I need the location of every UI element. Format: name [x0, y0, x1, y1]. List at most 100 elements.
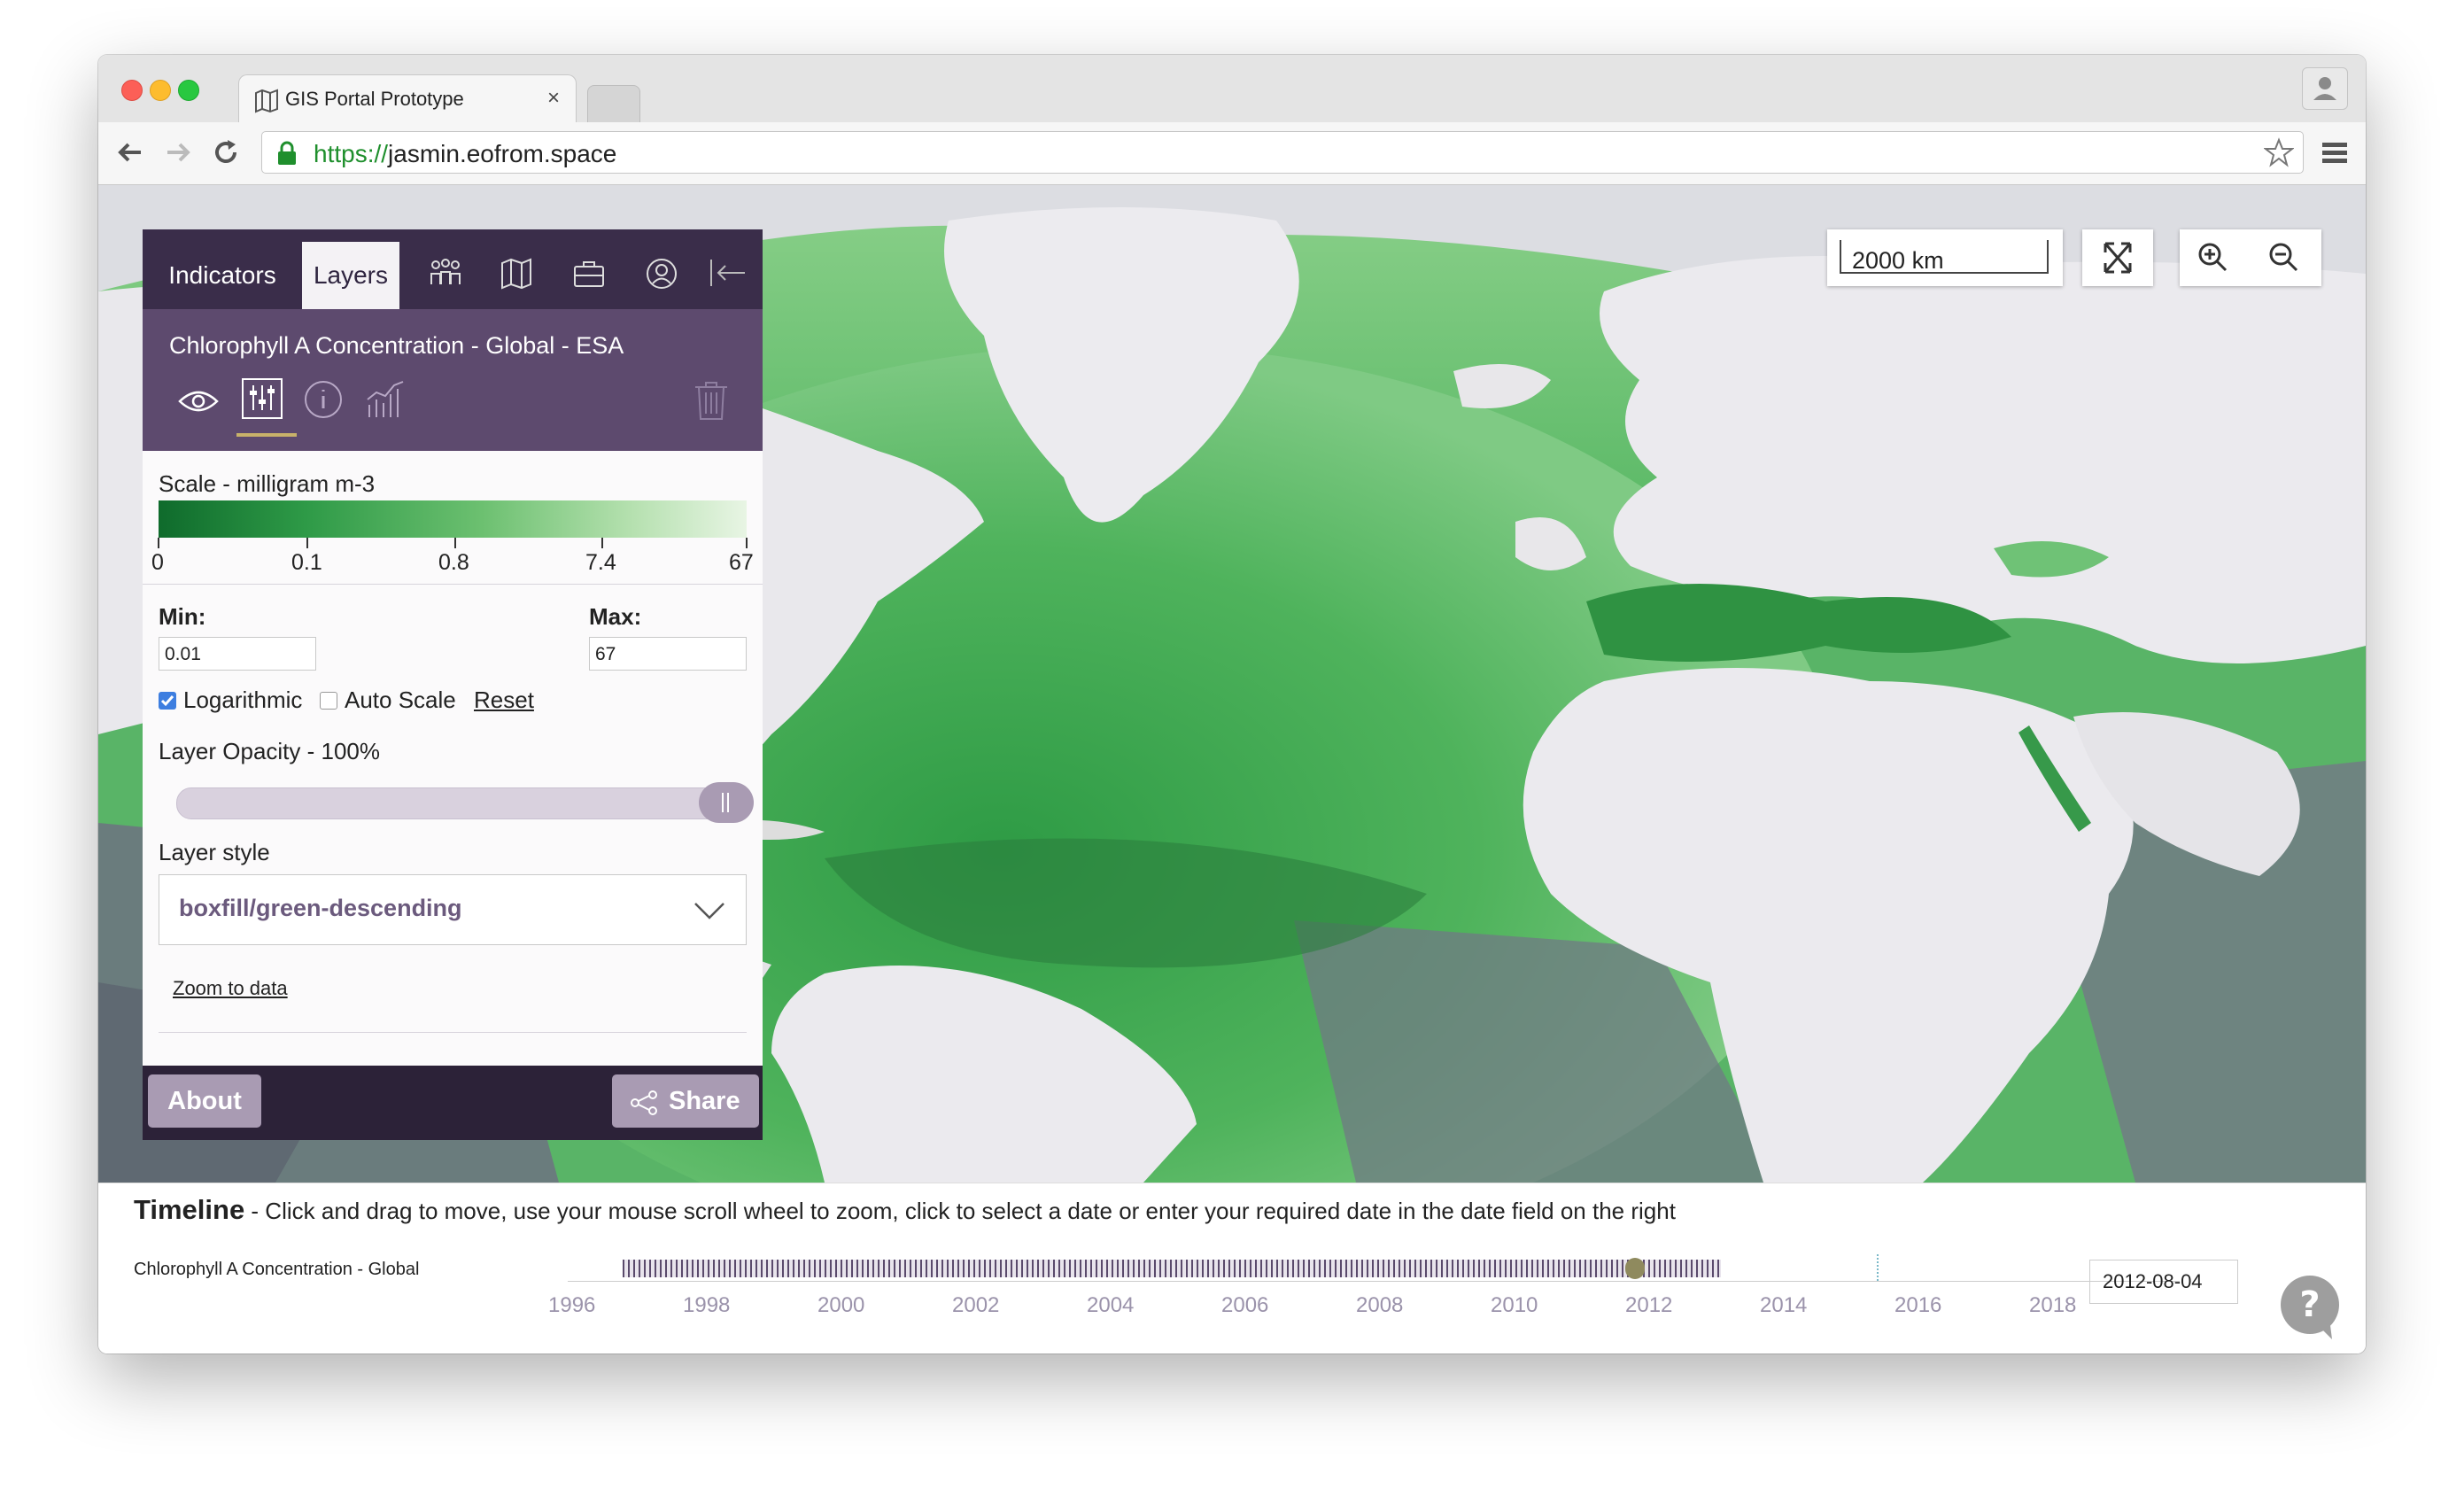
- forward-icon[interactable]: [162, 136, 194, 168]
- tab-title: GIS Portal Prototype: [285, 88, 464, 110]
- divider: [143, 584, 763, 585]
- address-bar[interactable]: https://jasmin.eofrom.space: [261, 131, 2304, 174]
- close-window-button[interactable]: [121, 80, 143, 101]
- timeline-title: Timeline: [134, 1194, 245, 1225]
- timeline-year-label: 1996: [548, 1293, 596, 1317]
- timeline-year-label: 2018: [2029, 1293, 2077, 1317]
- back-icon[interactable]: [114, 136, 146, 168]
- menu-icon[interactable]: [2320, 138, 2350, 168]
- person-icon: [2313, 77, 2336, 100]
- timeline-year-label: 2002: [952, 1293, 1000, 1317]
- logarithmic-checkbox[interactable]: [159, 692, 176, 710]
- reload-icon[interactable]: [210, 136, 242, 168]
- browser-toolbar: https://jasmin.eofrom.space: [98, 122, 2366, 185]
- chevron-down-icon: [694, 903, 724, 919]
- user-circle-icon[interactable]: [642, 254, 681, 293]
- maximize-window-button[interactable]: [178, 80, 199, 101]
- fullscreen-icon: [2104, 242, 2132, 274]
- new-tab-button[interactable]: [587, 85, 640, 123]
- share-button[interactable]: Share: [612, 1074, 759, 1128]
- collapse-arrow-icon[interactable]: [708, 254, 747, 293]
- trash-icon[interactable]: [692, 378, 731, 423]
- scale-tick-label: 0.8: [438, 550, 469, 575]
- bookmark-star-icon[interactable]: [2264, 137, 2294, 167]
- help-icon[interactable]: ?: [2277, 1274, 2343, 1339]
- timeline-instructions: - Click and drag to move, use your mouse…: [244, 1198, 1676, 1224]
- opacity-label: Layer Opacity - 100%: [159, 738, 381, 764]
- url-text: https://jasmin.eofrom.space: [314, 140, 616, 168]
- minimize-window-button[interactable]: [150, 80, 171, 101]
- timeline-year-label: 2004: [1087, 1293, 1135, 1317]
- browser-tab[interactable]: GIS Portal Prototype ×: [238, 74, 577, 125]
- scale-tick-mark: [454, 538, 456, 548]
- logarithmic-label: Logarithmic: [183, 686, 303, 713]
- timeline-year-label: 2012: [1625, 1293, 1673, 1317]
- autoscale-label: Auto Scale: [345, 686, 456, 713]
- color-scale-bar: [159, 500, 747, 538]
- timeline-year-label: 2008: [1356, 1293, 1404, 1317]
- opacity-slider-handle[interactable]: [699, 782, 754, 823]
- scale-tick-mark: [158, 538, 159, 548]
- url-host: jasmin.eofrom.space: [388, 140, 617, 167]
- timeline-year-label: 2014: [1760, 1293, 1808, 1317]
- tab-indicators[interactable]: Indicators: [143, 242, 302, 309]
- date-input[interactable]: 2012-08-04: [2089, 1260, 2238, 1304]
- map-favicon-icon: [255, 89, 278, 113]
- scale-ticks: 0 0.1 0.8 7.4 67: [143, 538, 763, 575]
- scale-tick-mark: [746, 538, 748, 548]
- fullscreen-button[interactable]: [2082, 229, 2153, 286]
- scale-tick-label: 67: [729, 550, 754, 575]
- timeline-data-bar[interactable]: [623, 1260, 1721, 1277]
- url-scheme: https://: [314, 140, 389, 167]
- browser-window: GIS Portal Prototype × https://jasmin.eo…: [98, 55, 2366, 1354]
- timeline-header: Timeline - Click and drag to move, use y…: [134, 1194, 1676, 1226]
- timeline-year-label: 2000: [817, 1293, 865, 1317]
- map-icon[interactable]: [497, 254, 536, 293]
- max-label: Max:: [589, 603, 642, 630]
- divider: [159, 1032, 747, 1033]
- reset-link[interactable]: Reset: [474, 686, 534, 714]
- max-input[interactable]: 67: [589, 637, 747, 671]
- people-icon[interactable]: [426, 254, 465, 293]
- handle-grip: [722, 793, 729, 812]
- autoscale-checkbox[interactable]: [320, 692, 337, 710]
- share-label: Share: [669, 1087, 740, 1115]
- scale-label: Scale - milligram m-3: [159, 470, 376, 497]
- layer-title: Chlorophyll A Concentration - Global - E…: [169, 332, 624, 359]
- map-canvas[interactable]: 2000 km Indicators Layers Chlorophyll A …: [98, 185, 2366, 1183]
- min-input[interactable]: 0.01: [159, 637, 316, 671]
- share-icon: [631, 1090, 657, 1115]
- zoom-controls: [2180, 229, 2321, 286]
- timeline-year-label: 2006: [1221, 1293, 1269, 1317]
- scale-tick-label: 7.4: [585, 550, 616, 575]
- style-select[interactable]: boxfill/green-descending: [159, 874, 747, 945]
- timeline-layer-label: Chlorophyll A Concentration - Global: [134, 1260, 420, 1279]
- style-label: Layer style: [159, 839, 270, 865]
- timeline-selected-marker[interactable]: [1625, 1258, 1645, 1279]
- scale-text: 2000 km: [1852, 247, 1944, 274]
- about-button[interactable]: About: [148, 1074, 261, 1128]
- profile-button[interactable]: [2302, 67, 2348, 110]
- opacity-slider-track[interactable]: [176, 787, 734, 819]
- panel-footer: About Share: [143, 1066, 763, 1140]
- eye-icon[interactable]: [176, 382, 221, 421]
- briefcase-icon[interactable]: [570, 254, 608, 293]
- map-scale: 2000 km: [1827, 229, 2063, 286]
- zoom-to-data-link[interactable]: Zoom to data: [173, 977, 288, 1000]
- sliders-icon[interactable]: [240, 376, 284, 424]
- layers-panel: Indicators Layers Chlorophyll A Concentr…: [143, 229, 763, 1140]
- tab-layers[interactable]: Layers: [302, 242, 399, 309]
- zoom-out-icon[interactable]: [2266, 240, 2302, 275]
- active-tool-underline: [236, 433, 297, 437]
- zoom-in-icon[interactable]: [2196, 240, 2231, 275]
- timeline-year-label: 2016: [1894, 1293, 1942, 1317]
- min-label: Min:: [159, 603, 206, 630]
- tab-close-icon[interactable]: ×: [547, 86, 560, 111]
- scale-tick-mark: [306, 538, 308, 548]
- info-icon[interactable]: [302, 378, 345, 421]
- chart-icon[interactable]: [364, 378, 408, 421]
- scale-tick-mark: [601, 538, 603, 548]
- timeline-today-marker: [1877, 1254, 1879, 1281]
- scale-tick-label: 0.1: [291, 550, 322, 575]
- scale-tick-label: 0: [151, 550, 164, 575]
